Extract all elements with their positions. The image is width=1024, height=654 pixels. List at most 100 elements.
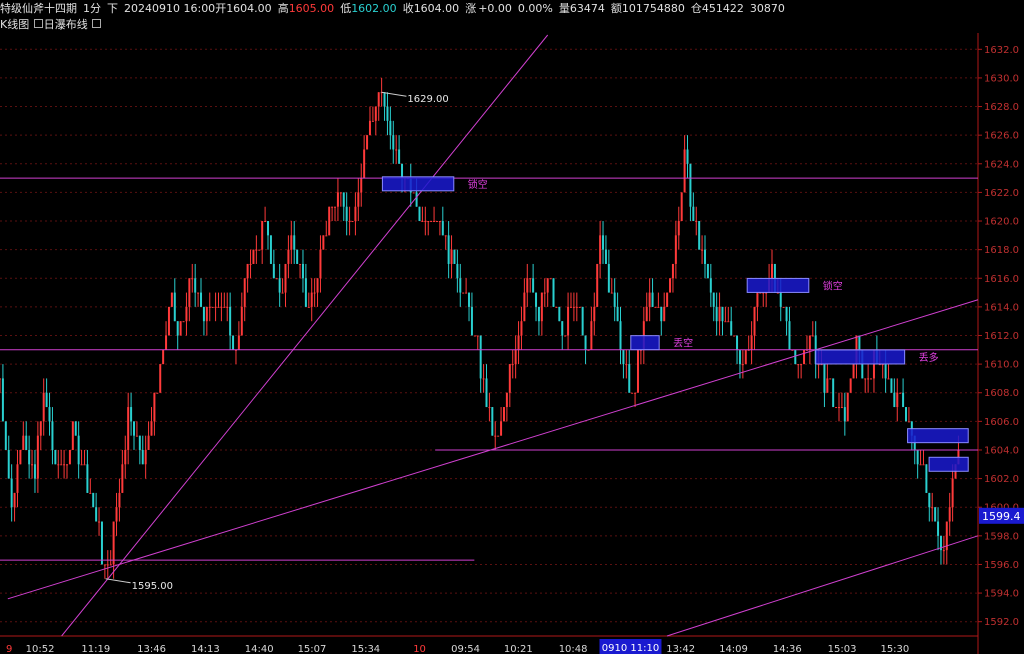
zone-label: 锁空 <box>823 279 843 292</box>
candle-body <box>401 163 404 179</box>
candle-body <box>867 378 870 380</box>
candle-body <box>80 464 83 466</box>
candle-body <box>893 392 896 408</box>
candle-body <box>363 149 366 179</box>
candle-body <box>931 507 934 509</box>
candle-body <box>695 221 698 223</box>
candle-body <box>182 321 185 323</box>
candle-body <box>543 292 546 294</box>
candle-body <box>578 306 581 308</box>
last-price-label: 1599.4 <box>982 510 1021 523</box>
candle-body <box>870 378 873 380</box>
candle-body <box>299 263 302 265</box>
candle-body <box>584 335 587 350</box>
candle-body <box>604 249 607 264</box>
candle-body <box>689 163 692 207</box>
candle-body <box>304 278 307 307</box>
candle-body <box>109 564 112 566</box>
candle-body <box>173 292 176 322</box>
candle-body <box>115 507 118 522</box>
candle-body <box>785 306 788 322</box>
candle-body <box>264 221 267 223</box>
y-tick-label: 1616.0 <box>984 274 1019 285</box>
zone-label: 丢空 <box>673 337 693 350</box>
candle-body <box>645 306 648 322</box>
candle-body <box>398 149 401 164</box>
candle-body <box>415 192 418 207</box>
candle-body <box>724 321 727 323</box>
candle-body <box>194 278 197 293</box>
candle-body <box>782 306 785 308</box>
candle-body <box>214 306 217 308</box>
candle-body <box>351 221 354 223</box>
candle-body <box>0 378 1 380</box>
candle-body <box>77 435 80 465</box>
candle-body <box>482 378 485 380</box>
candle-body <box>252 249 255 264</box>
candle-body <box>412 192 415 194</box>
candle-body <box>19 449 22 465</box>
x-tick-label: 15:03 <box>828 644 857 654</box>
candle-body <box>112 521 115 565</box>
period-label[interactable]: 1分 <box>83 2 101 15</box>
candle-body <box>348 221 351 223</box>
candle-body <box>837 407 840 409</box>
price-chart[interactable]: 1592.01594.01596.01598.01600.01602.01604… <box>0 33 1024 654</box>
candle-body <box>205 306 208 322</box>
candle-body <box>258 249 261 251</box>
candle-body <box>339 192 342 194</box>
signal-zone <box>746 277 810 293</box>
candle-body <box>430 221 433 223</box>
candle-body <box>537 306 540 322</box>
candle-body <box>86 464 89 493</box>
mode-label[interactable]: 下 <box>107 2 118 15</box>
candle-body <box>730 321 733 336</box>
extra-value: 30870 <box>749 2 785 15</box>
candle-body <box>217 306 220 308</box>
y-tick-label: 1594.0 <box>984 589 1019 600</box>
candle-body <box>226 306 229 308</box>
candle-body <box>520 321 523 336</box>
candle-body <box>153 392 156 422</box>
candle-body <box>540 292 543 322</box>
candle-body <box>63 464 66 466</box>
symbol-name: 特级仙斧十四期 <box>0 2 77 15</box>
candle-body <box>575 306 578 308</box>
candle-body <box>800 364 803 366</box>
candle-body <box>925 464 928 493</box>
candle-body <box>100 521 103 565</box>
y-tick-label: 1612.0 <box>984 331 1019 342</box>
candle-body <box>951 478 954 508</box>
candle-body <box>22 435 25 450</box>
quote-header: 特级仙斧十四期 1分下 20240910 16:00开1604.00 高1605.00… <box>0 0 1024 17</box>
candle-body <box>106 564 109 566</box>
candle-body <box>89 492 92 494</box>
candle-body <box>133 421 136 436</box>
candle-body <box>144 449 147 465</box>
indicator-kline[interactable]: K线图 <box>0 18 29 31</box>
candle-body <box>479 335 482 379</box>
open-value: 1604.00 <box>226 2 272 15</box>
candle-body <box>532 278 535 293</box>
candle-body <box>738 349 741 365</box>
candle-body <box>51 421 54 450</box>
x-tick-label: 10:48 <box>559 644 588 654</box>
low-value: 1602.00 <box>351 2 397 15</box>
indicator-waterfall[interactable]: 日瀑布线 <box>44 18 88 31</box>
y-tick-label: 1596.0 <box>984 560 1019 571</box>
y-tick-label: 1624.0 <box>984 159 1019 170</box>
candle-body <box>392 135 395 150</box>
x-tick-label: 15:07 <box>298 644 327 654</box>
candle-body <box>890 378 893 393</box>
candle-body <box>514 349 517 365</box>
candle-body <box>703 249 706 264</box>
candle-body <box>342 192 345 207</box>
candle-body <box>135 435 138 437</box>
candle-body <box>243 278 246 307</box>
candle-body <box>138 435 141 450</box>
candle-body <box>156 392 159 394</box>
candle-body <box>377 92 380 107</box>
candle-body <box>569 306 572 308</box>
candle-body <box>896 392 899 408</box>
y-tick-label: 1630.0 <box>984 73 1019 84</box>
